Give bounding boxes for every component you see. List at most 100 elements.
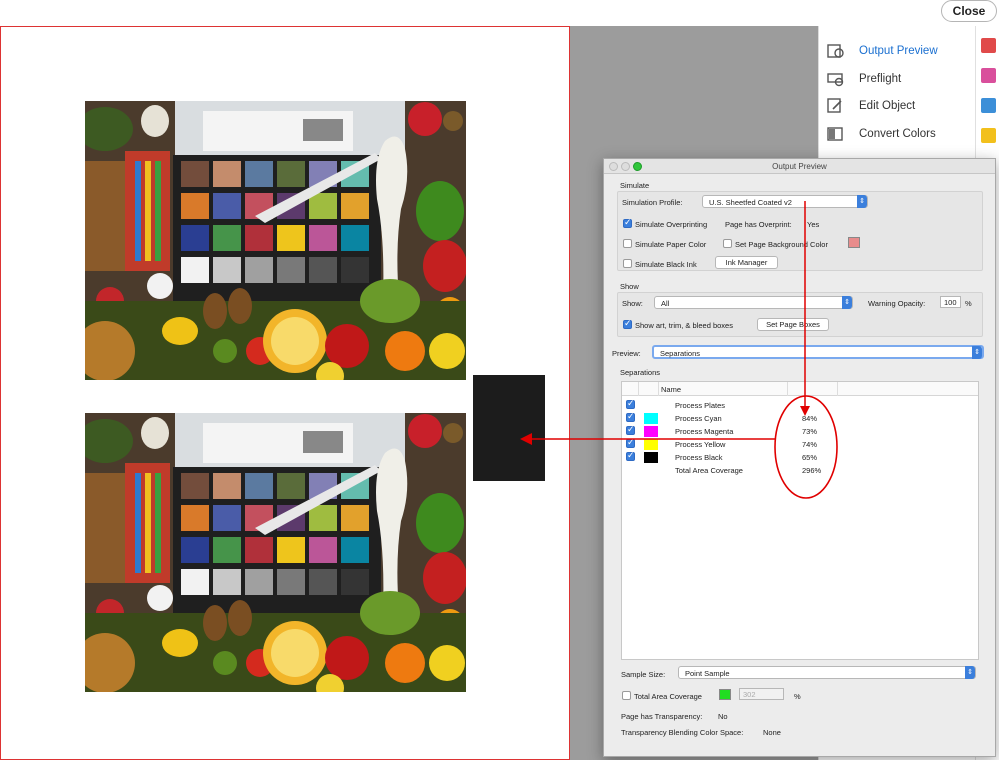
sample-size-label: Sample Size: (621, 670, 666, 679)
simulate-group: Simulation Profile: U.S. Sheetfed Coated… (617, 191, 983, 271)
simulate-section-label: Simulate (620, 181, 650, 190)
simulation-profile-select[interactable]: U.S. Sheetfed Coated v2 ⇕ (702, 195, 868, 208)
separation-name: Process Plates (675, 401, 726, 410)
tac-percent: % (794, 692, 801, 701)
simulate-black-ink-label: Simulate Black Ink (635, 260, 697, 269)
separation-checkbox[interactable] (626, 450, 635, 461)
separations-section-label: Separations (620, 368, 661, 377)
preview-select[interactable]: Separations ⇕ (652, 345, 984, 359)
close-button[interactable]: Close (941, 0, 997, 22)
separation-row[interactable]: Process Magenta 73% (622, 424, 978, 437)
page-bg-color-swatch[interactable] (848, 237, 860, 248)
tool-label: Preflight (859, 73, 902, 85)
warning-opacity-percent: % (965, 299, 972, 308)
convert-colors-icon (827, 127, 843, 141)
edit-object-icon (827, 98, 842, 113)
chevron-updown-icon: ⇕ (857, 195, 867, 208)
cyan-swatch (644, 413, 658, 424)
show-section-label: Show (620, 282, 639, 291)
simulate-paper-color-checkbox[interactable] (623, 239, 632, 248)
separation-row[interactable]: Process Yellow 74% (622, 437, 978, 450)
separation-percent: 84% (802, 414, 818, 423)
tac-color-swatch[interactable] (719, 689, 731, 700)
tool-label: Convert Colors (859, 128, 936, 140)
page-transparency-value: No (718, 712, 728, 721)
show-group: Show: All ⇕ Warning Opacity: 100 % Show … (617, 292, 983, 337)
export-pdf-icon[interactable] (981, 98, 996, 113)
yellow-swatch (644, 439, 658, 450)
separation-name: Process Magenta (675, 427, 734, 436)
comment-icon[interactable] (981, 128, 996, 143)
separation-percent: 296% (802, 466, 822, 475)
show-art-trim-label: Show art, trim, & bleed boxes (635, 321, 733, 330)
simulate-paper-color-label: Simulate Paper Color (635, 240, 707, 249)
tool-edit-object[interactable]: Edit Object (819, 93, 976, 119)
warning-opacity-input[interactable]: 100 (940, 296, 961, 308)
separation-checkbox[interactable] (626, 398, 635, 409)
tool-output-preview[interactable]: Output Preview (819, 38, 976, 64)
fruit-colorchecker-image (85, 101, 466, 380)
separation-row[interactable]: Process Black 65% (622, 450, 978, 463)
simulate-overprinting-label: Simulate Overprinting (635, 220, 708, 229)
chevron-updown-icon: ⇕ (965, 666, 975, 679)
page-overprint-label: Page has Overprint: (725, 220, 792, 229)
tool-label: Edit Object (859, 100, 916, 112)
chevron-updown-icon: ⇕ (972, 346, 982, 359)
preview-value: Separations (660, 349, 701, 358)
page-overprint-value: Yes (807, 220, 820, 229)
simulation-profile-label: Simulation Profile: (622, 198, 683, 207)
simulate-overprinting-checkbox[interactable] (623, 217, 632, 228)
show-label: Show: (622, 299, 643, 308)
tool-convert-colors[interactable]: Convert Colors (819, 121, 976, 147)
simulation-profile-value: U.S. Sheetfed Coated v2 (709, 198, 792, 207)
tac-label: Total Area Coverage (634, 692, 702, 701)
tool-preflight[interactable]: Preflight (819, 66, 976, 92)
color-photo-preview (85, 413, 466, 692)
page-transparency-label: Page has Transparency: (621, 712, 703, 721)
separation-checkbox[interactable] (626, 424, 635, 435)
separation-name: Total Area Coverage (675, 466, 743, 475)
black-sample-swatch (473, 375, 545, 481)
separation-name: Process Yellow (675, 440, 726, 449)
separation-percent: 73% (802, 427, 818, 436)
show-select[interactable]: All ⇕ (654, 296, 853, 309)
magenta-swatch (644, 426, 658, 437)
sample-size-select[interactable]: Point Sample ⇕ (678, 666, 976, 679)
separation-percent: 65% (802, 453, 818, 462)
create-pdf-icon[interactable] (981, 38, 996, 53)
show-art-trim-checkbox[interactable] (623, 318, 632, 329)
tac-checkbox[interactable] (622, 691, 631, 700)
output-preview-dialog: Output Preview Simulate Simulation Profi… (603, 158, 996, 757)
simulate-black-ink-checkbox[interactable] (623, 259, 632, 268)
warning-opacity-label: Warning Opacity: (868, 299, 926, 308)
sample-size-value: Point Sample (685, 669, 730, 678)
acrobat-window: Close Output Preview Preflight Edit Obje… (0, 0, 999, 760)
separation-row: Total Area Coverage 296% (622, 463, 978, 476)
show-value: All (661, 299, 670, 308)
tool-label: Output Preview (859, 45, 938, 57)
fruit-colorchecker-image-preview (85, 413, 466, 692)
preflight-icon (827, 73, 844, 87)
output-preview-icon (827, 44, 844, 58)
separation-checkbox[interactable] (626, 437, 635, 448)
separation-name: Process Cyan (675, 414, 722, 423)
dialog-title: Output Preview (772, 162, 827, 171)
set-page-boxes-button[interactable]: Set Page Boxes (757, 318, 829, 331)
chevron-updown-icon: ⇕ (842, 296, 852, 309)
blending-space-value: None (763, 728, 781, 737)
separation-checkbox[interactable] (626, 411, 635, 422)
organize-pages-icon[interactable] (981, 68, 996, 83)
separation-name: Process Black (675, 453, 723, 462)
black-swatch (644, 452, 658, 463)
dialog-titlebar[interactable]: Output Preview (604, 159, 995, 174)
separations-table: Name Process Plates Process Cyan 84% Pro… (621, 381, 979, 660)
blending-space-label: Transparency Blending Color Space: (621, 728, 744, 737)
ink-manager-button[interactable]: Ink Manager (715, 256, 778, 269)
top-toolbar: Close (0, 0, 999, 26)
separation-row[interactable]: Process Plates (622, 398, 978, 411)
set-page-bg-checkbox[interactable] (723, 239, 732, 248)
color-photo-original (85, 101, 466, 380)
separation-row[interactable]: Process Cyan 84% (622, 411, 978, 424)
tac-value-input[interactable]: 302 (739, 688, 784, 700)
name-column-header: Name (661, 385, 682, 394)
